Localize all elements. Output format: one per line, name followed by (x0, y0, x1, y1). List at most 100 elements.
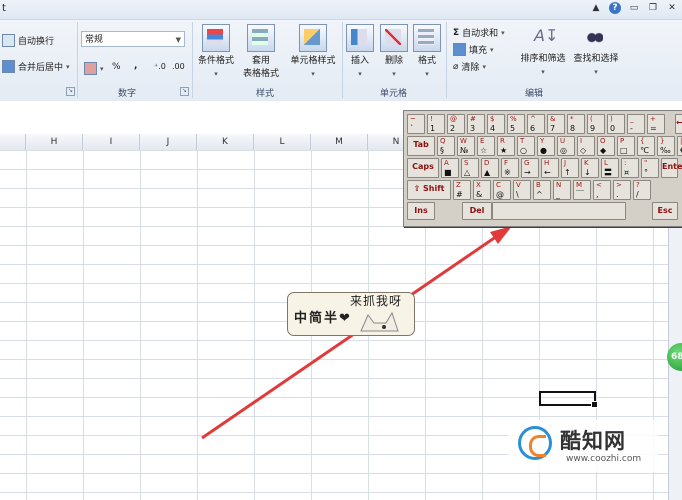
key-lower-label: ` (410, 124, 414, 133)
key-row4-7[interactable]: <, (593, 180, 611, 200)
key-3[interactable]: #3 (467, 114, 485, 134)
del-key-label: Del (469, 206, 485, 215)
shift-key-label: ⇧ Shift (413, 184, 445, 193)
key-h[interactable]: H ← (541, 158, 559, 178)
tab-key[interactable]: Tab (407, 136, 435, 156)
key-upper-label: Z (456, 181, 461, 189)
key-|[interactable]: |€ (677, 136, 682, 156)
key-row4-0[interactable]: Z # (453, 180, 471, 200)
key-i[interactable]: I ◇ (577, 136, 595, 156)
key-10[interactable]: ) 0 (607, 114, 625, 134)
key-lower-label: ¤ (624, 168, 630, 177)
key-upper-label: O (600, 137, 606, 145)
key-row4-8[interactable]: >. (613, 180, 631, 200)
shift-key[interactable]: ⇧ Shift (407, 180, 451, 200)
key-"[interactable]: " ° (641, 158, 659, 178)
ime-mode-label: 中简半 (294, 311, 340, 326)
key-f[interactable]: F ※ (501, 158, 519, 178)
key-w[interactable]: W № (457, 136, 475, 156)
ime-toolbar[interactable]: 来抓我呀 中简半❤ (287, 292, 415, 336)
caps-key-label: Caps (412, 162, 434, 171)
key-upper-label: { (640, 137, 645, 145)
key-o[interactable]: O ◆ (597, 136, 615, 156)
key-y[interactable]: Y ● (537, 136, 555, 156)
enter-key[interactable]: Enter (661, 158, 682, 178)
space-key[interactable] (492, 202, 626, 220)
key-a[interactable]: A ■ (441, 158, 459, 178)
key-row4-9[interactable]: ? / (633, 180, 651, 200)
key-lower-label: 3 (470, 124, 476, 133)
key-s[interactable]: S △ (461, 158, 479, 178)
key-upper-label: J (564, 159, 567, 167)
key-upper-label: I (580, 137, 583, 145)
key-7[interactable]: & 7 (547, 114, 565, 134)
key-j[interactable]: J ↑ (561, 158, 579, 178)
key-e[interactable]: E ☆ (477, 136, 495, 156)
key-u[interactable]: U ◎ (557, 136, 575, 156)
key-p[interactable]: P □ (617, 136, 635, 156)
key-upper-label: D (484, 159, 490, 167)
key-lower-label: § (440, 146, 444, 155)
esc-key[interactable]: Esc (652, 202, 678, 220)
key-12[interactable]: + = (647, 114, 665, 134)
key-6[interactable]: ^ 6 (527, 114, 545, 134)
key-lower-label: 7 (550, 124, 556, 133)
key-upper-label: Q (440, 137, 446, 145)
key-4[interactable]: $4 (487, 114, 505, 134)
key-upper-label: ( (590, 115, 593, 123)
key-upper-label: R (500, 137, 505, 145)
key-upper-label: N (556, 181, 562, 189)
key-5[interactable]: % 5 (507, 114, 525, 134)
key-k[interactable]: K ↓ (581, 158, 599, 178)
key-9[interactable]: (9 (587, 114, 605, 134)
key-11[interactable]: _ - (627, 114, 645, 134)
ins-key[interactable]: Ins (407, 202, 435, 220)
enter-key-label: Enter (662, 162, 682, 171)
key-upper-label: S (464, 159, 469, 167)
key-row4-4[interactable]: B ^ (533, 180, 551, 200)
key-2[interactable]: @2 (447, 114, 465, 134)
key-row4-6[interactable]: M ￣ (573, 180, 591, 200)
ins-key-label: Ins (414, 206, 428, 215)
key-upper-label: } (660, 137, 665, 145)
key-q[interactable]: Q § (437, 136, 455, 156)
backspace-key[interactable]: ← (675, 114, 682, 134)
key-lower-label: ℃ (640, 146, 649, 155)
caps-key[interactable]: Caps (407, 158, 439, 178)
key-t[interactable]: T ○ (517, 136, 535, 156)
key-lower-label: ★ (500, 146, 508, 155)
key-row4-2[interactable]: C @ (493, 180, 511, 200)
ime-mode-text: 中简半❤ (294, 307, 352, 326)
key-lower-label: \ (516, 190, 519, 199)
key-row4-1[interactable]: X & (473, 180, 491, 200)
key-lower-label: № (460, 146, 469, 155)
key-0[interactable]: ~ ` (407, 114, 425, 134)
key-row4-5[interactable]: N _ (553, 180, 571, 200)
key-lower-label: → (524, 168, 531, 177)
watermark: 酷知网 www.coozhi.com (508, 420, 658, 472)
key-lower-label: 4 (490, 124, 496, 133)
key-8[interactable]: * 8 (567, 114, 585, 134)
key-l[interactable]: L 〓 (601, 158, 619, 178)
key-:[interactable]: : ¤ (621, 158, 639, 178)
del-key[interactable]: Del (462, 202, 492, 220)
heart-icon[interactable]: ❤ (339, 311, 352, 326)
watermark-name: 酷知网 (560, 429, 626, 453)
key-1[interactable]: ! 1 (427, 114, 445, 134)
key-lower-label: ↓ (584, 168, 591, 177)
key-upper-label: ~ (410, 115, 416, 123)
key-lower-label: ☆ (480, 146, 488, 155)
key-}[interactable]: } ‰ (657, 136, 675, 156)
key-lower-label: & (476, 190, 483, 199)
key-upper-label: # (470, 115, 476, 123)
key-upper-label: B (536, 181, 541, 189)
key-upper-label: @ (450, 115, 457, 123)
key-row4-3[interactable]: V \ (513, 180, 531, 200)
key-{[interactable]: {℃ (637, 136, 655, 156)
watermark-url: www.coozhi.com (566, 454, 642, 464)
key-r[interactable]: R ★ (497, 136, 515, 156)
key-g[interactable]: G → (521, 158, 539, 178)
key-d[interactable]: D ▲ (481, 158, 499, 178)
key-upper-label: U (560, 137, 566, 145)
key-lower-label: _ (556, 190, 560, 199)
